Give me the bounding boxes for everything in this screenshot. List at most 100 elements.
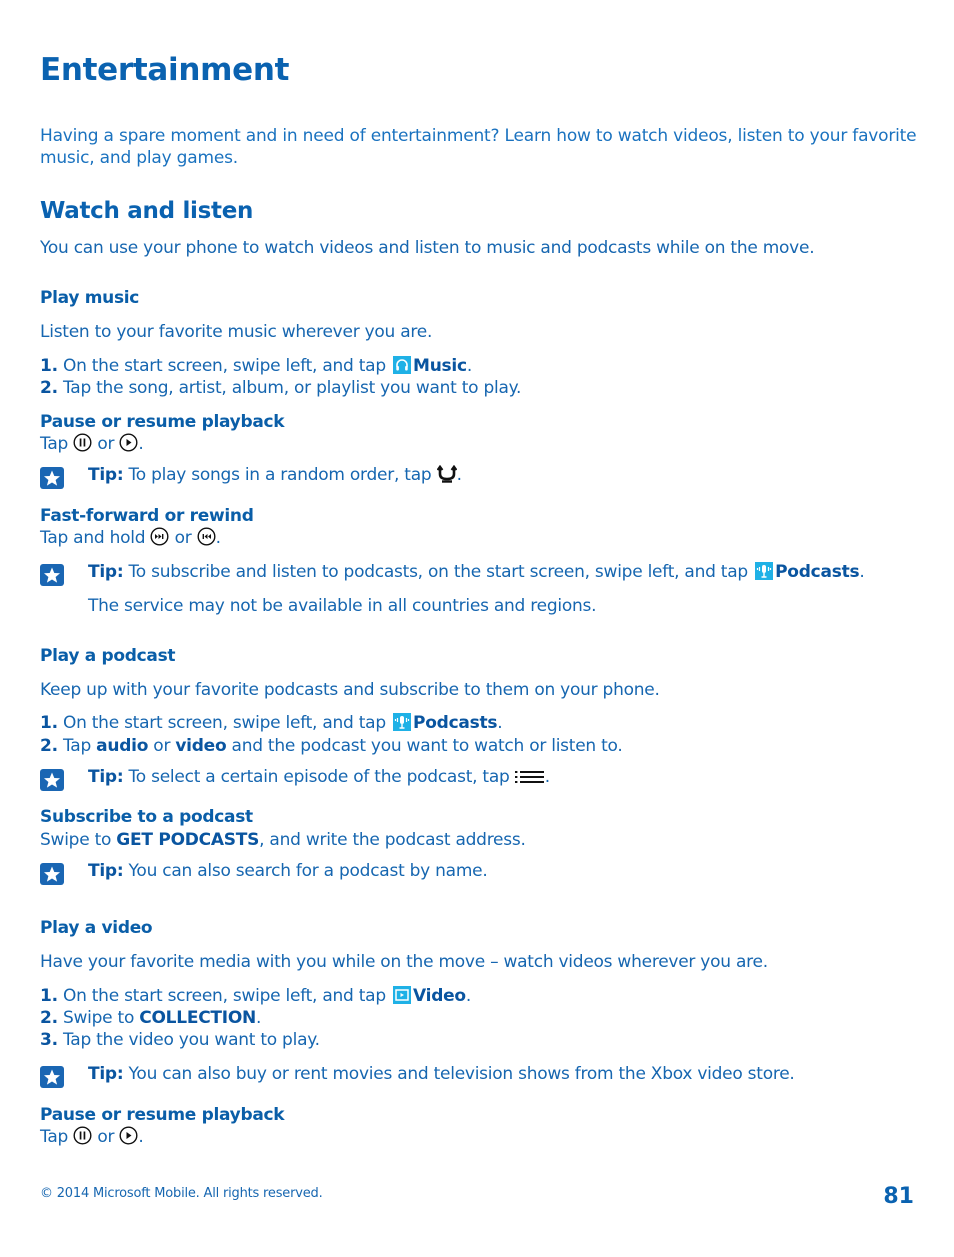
video-step-2: 2. Swipe to COLLECTION.: [40, 1007, 261, 1029]
play-music-heading: Play music: [40, 288, 140, 308]
or-label: or: [153, 736, 171, 756]
podcast-step-2: 2. Tap audio or video and the podcast yo…: [40, 735, 623, 757]
pause-resume-heading: Pause or resume playback: [40, 412, 285, 432]
tip-label: Tip:: [88, 861, 124, 881]
fast-forward-heading: Fast-forward or rewind: [40, 506, 254, 526]
period: .: [256, 1008, 262, 1028]
play-podcast-heading: Play a podcast: [40, 646, 176, 666]
tip-star-icon: [40, 863, 64, 885]
music-step-1: 1. On the start screen, swipe left, and …: [40, 355, 472, 377]
audio-option: audio: [96, 736, 149, 756]
step-number: 2.: [40, 1008, 58, 1028]
podcasts-app-label: Podcasts: [775, 562, 860, 582]
step-text: Swipe to: [62, 1008, 135, 1028]
play-icon: [119, 1126, 138, 1151]
step-text: Tap the song, artist, album, or playlist…: [62, 378, 522, 398]
video-app-label: Video: [413, 986, 466, 1006]
tip-star-icon: [40, 769, 64, 791]
video-pause-heading: Pause or resume playback: [40, 1105, 285, 1125]
video-option: video: [175, 736, 227, 756]
tip-star-icon: [40, 467, 64, 489]
step-number: 3.: [40, 1030, 58, 1050]
pause-icon: [73, 433, 92, 458]
podcasts-app-label: Podcasts: [413, 713, 498, 733]
tip-shuffle: Tip: To play songs in a random order, ta…: [88, 464, 462, 489]
list-icon: [514, 769, 545, 791]
podcast-step-1: 1. On the start screen, swipe left, and …: [40, 712, 503, 734]
tip-label: Tip:: [88, 1064, 124, 1084]
period: .: [859, 562, 865, 582]
music-app-label: Music: [413, 356, 467, 376]
tip-note: The service may not be available in all …: [88, 596, 597, 616]
step-text: On the start screen, swipe left, and tap: [62, 986, 386, 1006]
period: .: [138, 434, 144, 454]
step-number: 1.: [40, 356, 58, 376]
period: .: [138, 1127, 144, 1147]
tip-search: Tip: You can also search for a podcast b…: [88, 860, 488, 882]
tip-xbox-store: Tip: You can also buy or rent movies and…: [88, 1063, 795, 1085]
video-step-1: 1. On the start screen, swipe left, and …: [40, 985, 471, 1007]
music-step-2: 2. Tap the song, artist, album, or playl…: [40, 377, 521, 399]
step-text: and the podcast you want to watch or lis…: [231, 736, 623, 756]
tip-star-icon: [40, 564, 64, 586]
subscribe-pre: Swipe to: [40, 830, 112, 850]
step-text: Tap the video you want to play.: [62, 1030, 320, 1050]
fast-forward-icon: [150, 527, 169, 552]
tip-label: Tip:: [88, 562, 124, 582]
section-title: Watch and listen: [40, 198, 254, 224]
or-label: or: [97, 434, 115, 454]
tap-label: Tap: [40, 1127, 69, 1147]
tip-text: To subscribe and listen to podcasts, on …: [128, 562, 749, 582]
video-step-3: 3. Tap the video you want to play.: [40, 1029, 320, 1051]
tap-label: Tap: [40, 434, 69, 454]
copyright: © 2014 Microsoft Mobile. All rights rese…: [40, 1186, 323, 1201]
page-title: Entertainment: [40, 52, 290, 88]
rewind-icon: [197, 527, 216, 552]
step-text: Tap: [62, 736, 91, 756]
video-pause-text: Tap or .: [40, 1126, 144, 1151]
video-app-icon: [393, 986, 412, 1004]
fast-forward-text: Tap and hold or .: [40, 527, 221, 552]
tip-text: You can also buy or rent movies and tele…: [128, 1064, 795, 1084]
podcasts-app-icon: [393, 713, 412, 731]
play-video-heading: Play a video: [40, 918, 153, 938]
step-text: On the start screen, swipe left, and tap: [62, 713, 386, 733]
shuffle-icon: [436, 464, 457, 489]
step-number: 1.: [40, 986, 58, 1006]
period: .: [544, 767, 550, 787]
or-label: or: [174, 528, 192, 548]
step-number: 2.: [40, 736, 58, 756]
or-label: or: [97, 1127, 115, 1147]
music-app-icon: [393, 356, 412, 374]
period: .: [456, 465, 462, 485]
tip-label: Tip:: [88, 767, 124, 787]
tip-text: To play songs in a random order, tap: [128, 465, 432, 485]
tip-text: To select a certain episode of the podca…: [128, 767, 510, 787]
tap-hold-label: Tap and hold: [40, 528, 146, 548]
pause-icon: [73, 1126, 92, 1151]
subscribe-heading: Subscribe to a podcast: [40, 807, 253, 827]
get-podcasts-label: GET PODCASTS: [116, 830, 260, 850]
tip-label: Tip:: [88, 465, 124, 485]
pause-resume-text: Tap or .: [40, 433, 144, 458]
period: .: [215, 528, 221, 548]
subscribe-text: Swipe to GET PODCASTS, and write the pod…: [40, 829, 526, 851]
tip-podcasts: Tip: To subscribe and listen to podcasts…: [88, 561, 865, 583]
tip-text: You can also search for a podcast by nam…: [128, 861, 488, 881]
page-number: 81: [883, 1184, 914, 1209]
subscribe-post: , and write the podcast address.: [259, 830, 526, 850]
period: .: [497, 713, 503, 733]
play-podcast-intro: Keep up with your favorite podcasts and …: [40, 680, 660, 700]
tip-star-icon: [40, 1066, 64, 1088]
play-icon: [119, 433, 138, 458]
play-music-intro: Listen to your favorite music wherever y…: [40, 322, 433, 342]
step-text: On the start screen, swipe left, and tap: [62, 356, 386, 376]
tip-episode: Tip: To select a certain episode of the …: [88, 766, 550, 791]
podcasts-app-icon: [755, 562, 774, 580]
intro-paragraph: Having a spare moment and in need of ent…: [40, 126, 917, 168]
collection-label: COLLECTION: [139, 1008, 257, 1028]
period: .: [465, 986, 472, 1006]
step-number: 1.: [40, 713, 58, 733]
section-intro: You can use your phone to watch videos a…: [40, 238, 815, 258]
step-number: 2.: [40, 378, 58, 398]
